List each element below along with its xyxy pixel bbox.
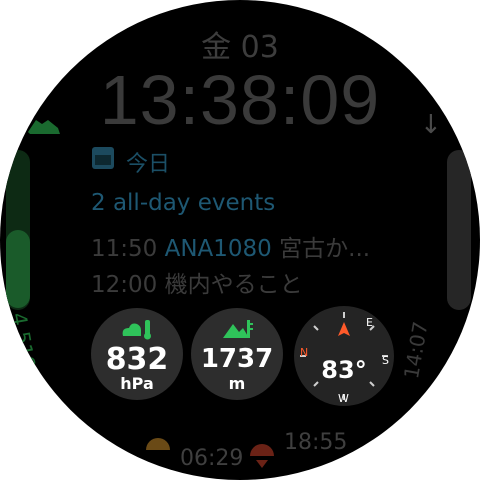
compass-complication[interactable]: E S W N 83°: [294, 306, 394, 406]
altitude-unit: m: [228, 374, 246, 393]
right-arc: [447, 150, 471, 310]
event-row[interactable]: 12:00 機内やること: [91, 265, 303, 299]
pressure-unit: hPa: [120, 374, 154, 393]
event-rest: 機内やること: [164, 272, 303, 298]
calendar-label: 今日: [126, 152, 171, 177]
down-arrow-icon[interactable]: ↓: [420, 110, 444, 142]
steps-count: 4,519: [6, 310, 41, 372]
altitude-value: 1737: [200, 344, 274, 374]
steps-arc-fill: [6, 230, 30, 308]
compass-heading: 83°: [321, 356, 367, 384]
compass-w: W: [338, 392, 349, 405]
event-time: 11:50: [91, 236, 158, 262]
altitude-complication[interactable]: 1737 m: [191, 308, 283, 400]
pressure-value: 832: [105, 342, 169, 377]
barometer-icon: [122, 320, 151, 340]
sunrise-icon: [146, 438, 170, 450]
side-time-wrap: 14:07: [399, 312, 460, 381]
compass-e: E: [366, 316, 373, 329]
clock-time: 13:38:09: [99, 61, 381, 139]
watch-face: 金 03 13:38:09 4,519 ↓ 14:07 今日 2 all-day…: [0, 0, 480, 480]
event-time: 12:00: [91, 272, 158, 298]
all-day-events[interactable]: 2 all-day events: [91, 190, 275, 216]
sunrise-time: 06:29: [180, 446, 244, 471]
event-rest: 宮古か...: [279, 236, 371, 262]
sunset-icon: [250, 444, 274, 468]
mountain-icon: [223, 320, 253, 338]
calendar-icon: [92, 147, 114, 169]
sunset-time: 18:55: [284, 430, 348, 455]
side-time: 14:07: [398, 319, 433, 381]
steps-wrap: 4,519: [7, 311, 46, 372]
shoe-icon: [28, 120, 60, 134]
pressure-complication[interactable]: 832 hPa: [91, 308, 183, 400]
event-title: ANA1080: [164, 236, 272, 262]
event-row[interactable]: 11:50 ANA1080 宮古か...: [91, 229, 370, 263]
